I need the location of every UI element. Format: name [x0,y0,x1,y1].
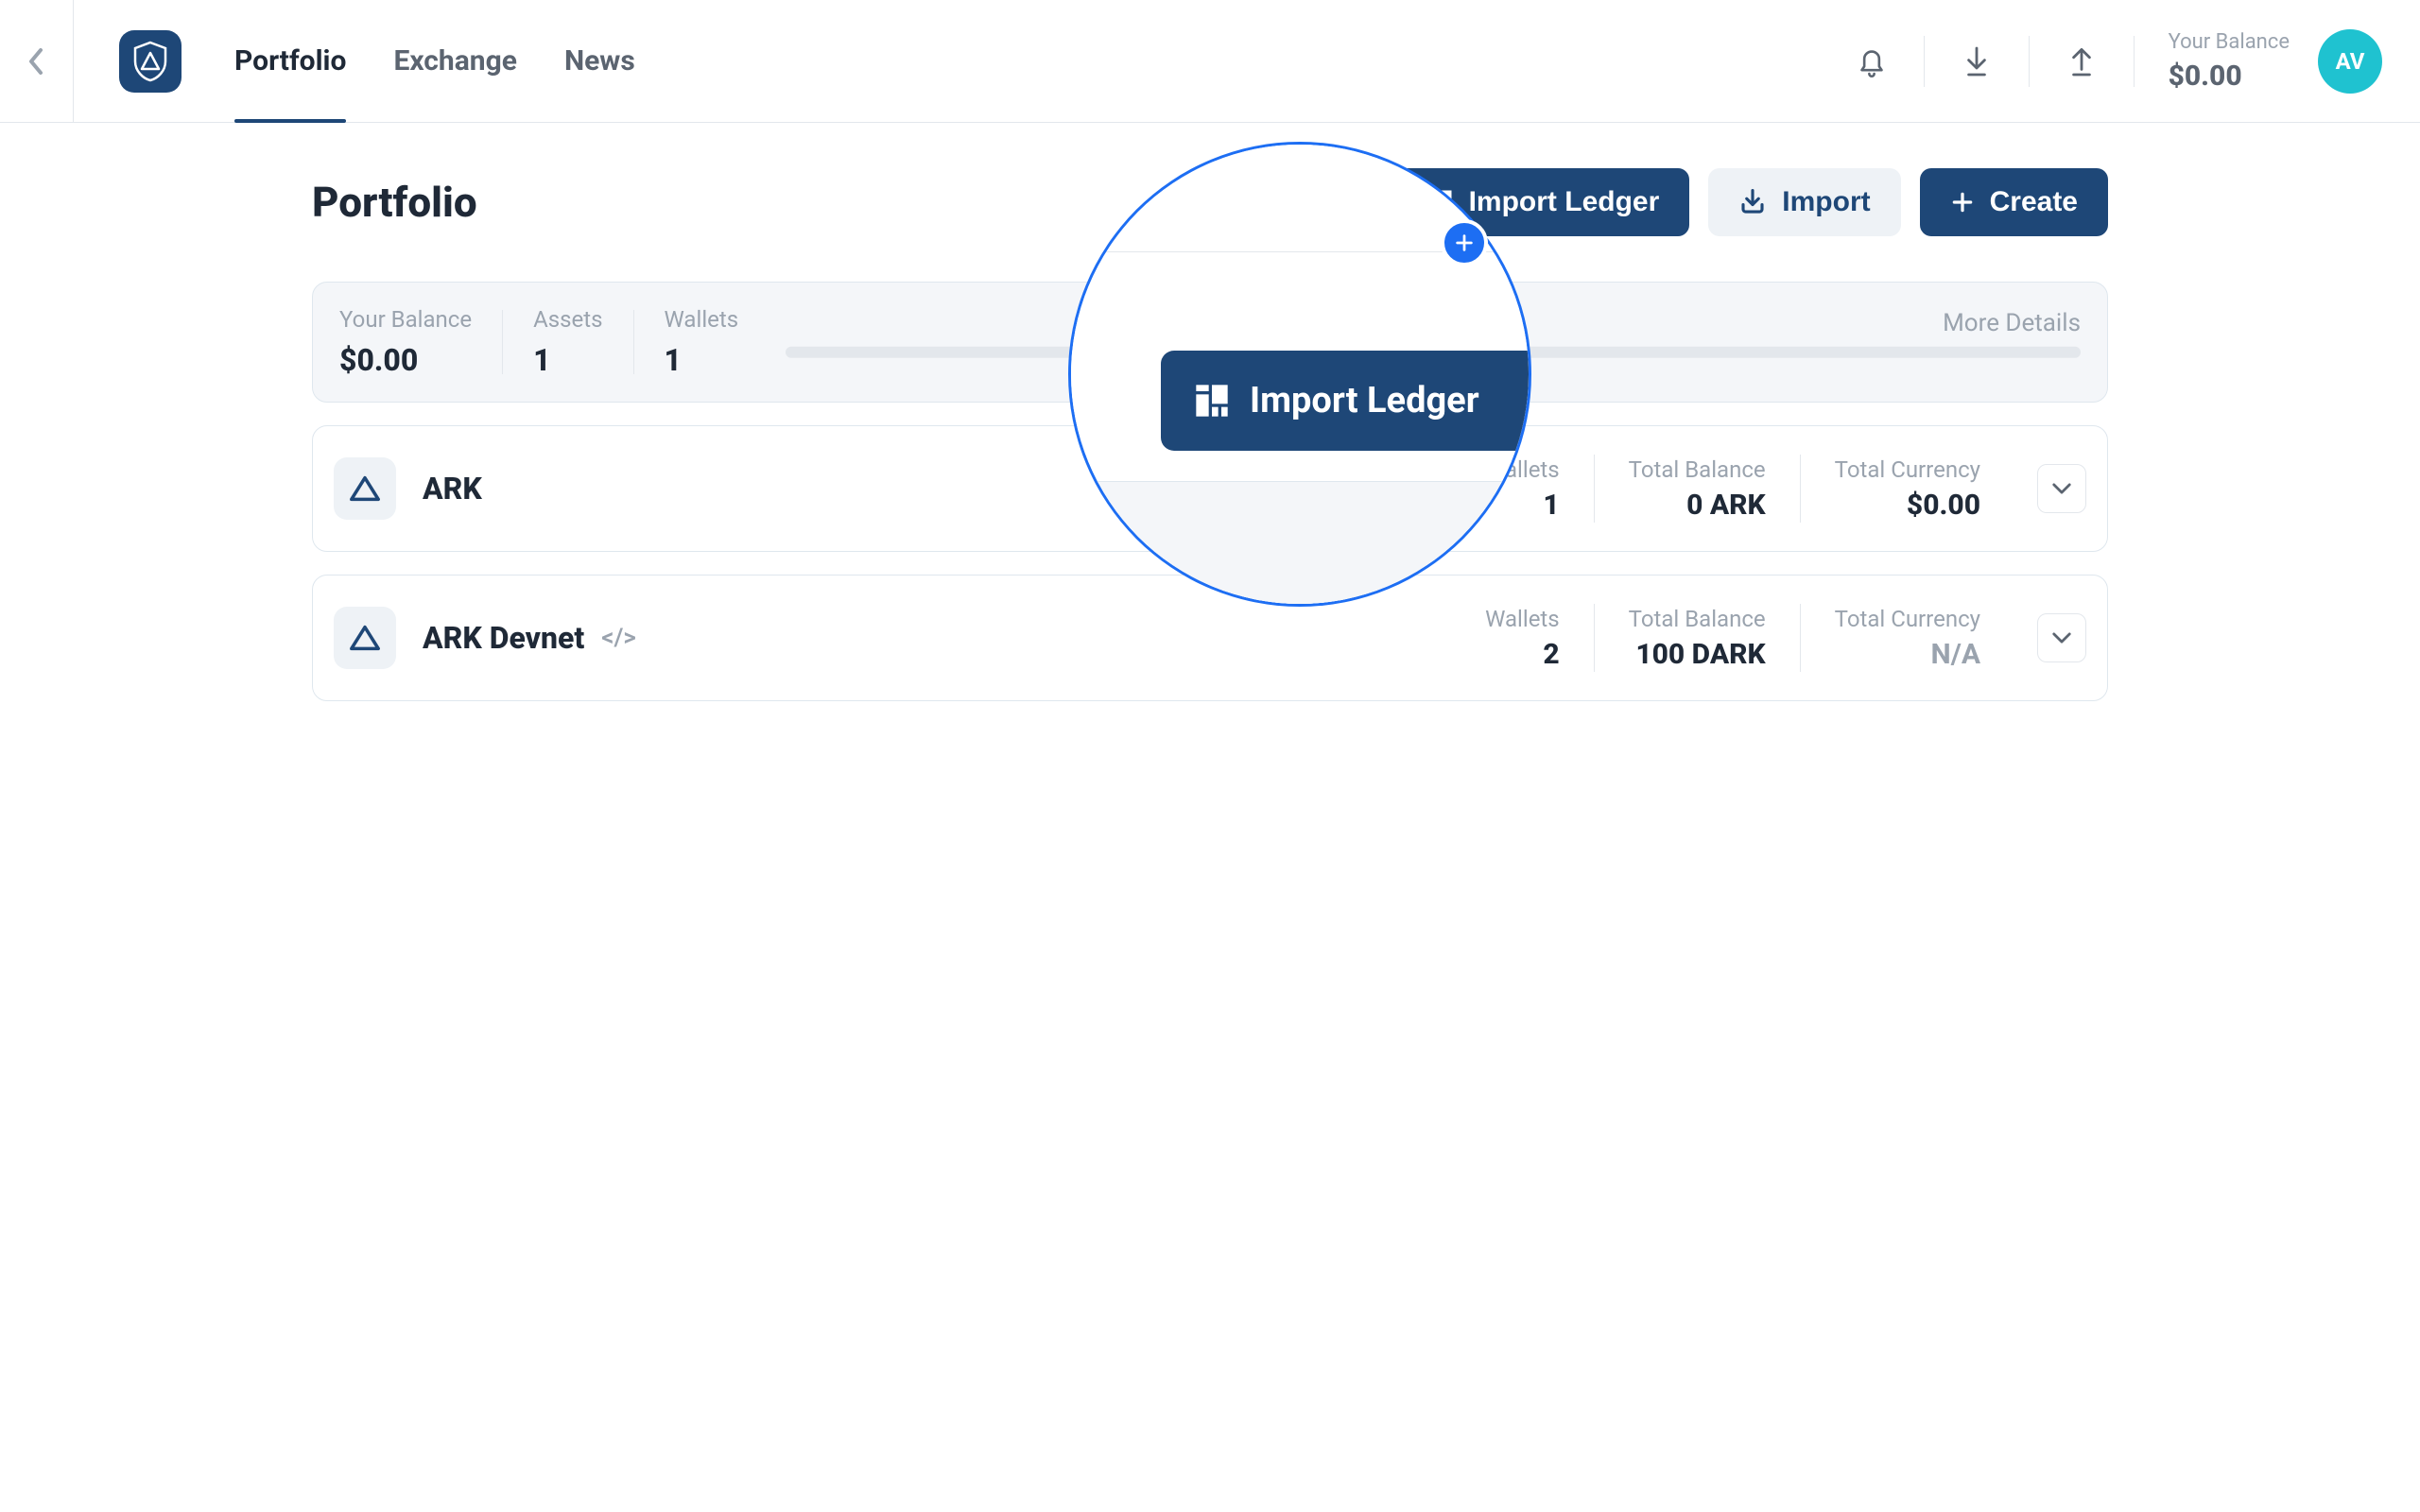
value: 1 [533,342,602,378]
summary-card: Your Balance $0.00 Assets 1 Wallets 1 Mo… [312,282,2108,403]
button-label: Import [1782,186,1870,218]
app-logo[interactable] [119,30,182,93]
nav-news[interactable]: News [564,0,635,122]
balance-value: $0.00 [2169,60,2290,93]
ark-icon [349,624,381,652]
button-label: Create [1990,186,2078,218]
label: Total Balance [1629,606,1766,632]
header-right: Your Balance $0.00 AV [1820,29,2382,94]
devnet-badge: </> [601,624,636,652]
asset-stats: Wallets 1 Total Balance 0 ARK Total Curr… [1451,455,2086,523]
back-button[interactable] [0,0,74,122]
divider [2134,36,2135,87]
asset-name: ARK [423,471,482,507]
page-title: Portfolio [312,178,477,227]
balance-label: Your Balance [2169,30,2290,54]
label: Wallets [1485,456,1560,483]
name-text: ARK [423,471,482,507]
header-balance: Your Balance $0.00 [2169,30,2290,93]
asset-stats: Wallets 2 Total Balance 100 DARK Total C… [1451,604,2086,672]
asset-row-ark[interactable]: ARK Wallets 1 Total Balance 0 ARK Total … [312,425,2108,552]
label: Your Balance [339,306,472,333]
asset-icon [334,457,396,520]
import-icon [1738,188,1767,216]
asset-balance: Total Balance 0 ARK [1595,456,1800,522]
header: Portfolio Exchange News [0,0,2420,123]
import-ledger-button[interactable]: Import Ledger [1395,168,1690,236]
send-button[interactable] [2030,45,2134,77]
asset-balance: Total Balance 100 DARK [1595,606,1800,671]
notifications-button[interactable] [1820,45,1924,77]
value: $0.00 [339,342,472,378]
ark-icon [349,474,381,503]
label: Wallets [665,306,739,333]
ledger-icon [1426,188,1454,216]
more-details-link[interactable]: More Details [1943,309,2081,337]
summary-progress-bar [786,347,2081,358]
title-row: Portfolio Import Ledger Import [312,168,2108,236]
summary-balance: Your Balance $0.00 [339,306,502,378]
value: $0.00 [1835,489,1980,522]
import-button[interactable]: Import [1708,168,1900,236]
nav-portfolio[interactable]: Portfolio [234,0,346,122]
asset-wallets: Wallets 1 [1451,456,1594,522]
chevron-down-icon [2051,482,2072,495]
value: 1 [665,342,739,378]
chevron-down-icon [2051,631,2072,644]
label: Total Currency [1835,456,1980,483]
value: 1 [1485,489,1560,522]
label: Wallets [1485,606,1560,632]
value: 0 ARK [1629,489,1766,522]
page-actions: Import Ledger Import Create [1395,168,2108,236]
main-nav: Portfolio Exchange News [234,0,635,122]
arrow-up-icon [2068,45,2095,77]
asset-currency: Total Currency N/A [1801,606,2014,671]
asset-wallets: Wallets 2 [1451,606,1594,671]
label: Assets [533,306,602,333]
value: N/A [1835,638,1980,671]
summary-wallets: Wallets 1 [634,306,769,378]
label: Total Currency [1835,606,1980,632]
create-button[interactable]: Create [1920,168,2108,236]
avatar[interactable]: AV [2318,29,2382,94]
value: 2 [1485,638,1560,671]
expand-button[interactable] [2037,613,2086,662]
chevron-left-icon [27,46,46,77]
bell-icon [1857,45,1887,77]
expand-button[interactable] [2037,464,2086,513]
label: Total Balance [1629,456,1766,483]
value: 100 DARK [1629,638,1766,671]
arrow-down-icon [1963,45,1990,77]
name-text: ARK Devnet [423,620,584,656]
button-label: Import Ledger [1469,186,1660,218]
plus-icon [1950,190,1975,215]
ark-shield-icon [131,41,169,82]
asset-row-ark-devnet[interactable]: ARK Devnet </> Wallets 2 Total Balance 1… [312,575,2108,701]
receive-button[interactable] [1925,45,2029,77]
summary-assets: Assets 1 [503,306,632,378]
asset-name: ARK Devnet </> [423,620,636,656]
asset-icon [334,607,396,669]
asset-currency: Total Currency $0.00 [1801,456,2014,522]
main-content: Portfolio Import Ledger Import [0,123,2420,701]
nav-exchange[interactable]: Exchange [393,0,517,122]
